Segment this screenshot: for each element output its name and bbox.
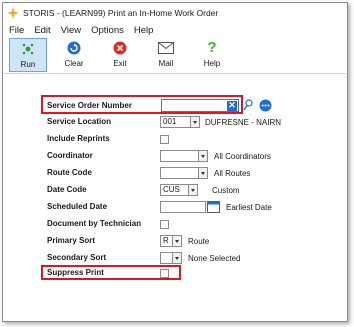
- secondary-sort-control: None Selected: [160, 251, 240, 265]
- date-code-text: Custom: [212, 185, 240, 195]
- scheduled-date-input[interactable]: [160, 201, 206, 213]
- clear-label: Clear: [64, 59, 84, 68]
- scheduled-date-control: Earliest Date: [160, 200, 272, 214]
- route-code-select[interactable]: [160, 167, 208, 179]
- route-code-label: Route Code: [47, 168, 92, 177]
- coordinator-text: All Coordinators: [214, 151, 271, 161]
- date-code-select[interactable]: CUS: [160, 184, 198, 196]
- chevron-down-icon[interactable]: [198, 168, 207, 178]
- service-location-label: Service Location: [47, 117, 112, 126]
- run-label: Run: [20, 60, 36, 69]
- coordinator-control: All Coordinators: [160, 149, 271, 163]
- route-code-value: [161, 168, 198, 178]
- mail-label: Mail: [158, 59, 174, 68]
- document-by-technician-checkbox[interactable]: [160, 219, 169, 229]
- include-reprints-label: Include Reprints: [47, 134, 110, 143]
- help-label: Help: [203, 59, 221, 68]
- toolbar: Run Clear Exit Mail ? Help: [3, 38, 347, 74]
- chevron-down-icon[interactable]: [172, 236, 181, 246]
- primary-sort-text: Route: [188, 236, 210, 246]
- clear-button[interactable]: Clear: [55, 38, 93, 72]
- coordinator-value: [161, 151, 198, 161]
- chevron-down-icon[interactable]: [190, 117, 199, 127]
- date-code-label: Date Code: [47, 185, 87, 194]
- suppress-print-label: Suppress Print: [47, 268, 104, 277]
- run-button[interactable]: Run: [9, 38, 47, 72]
- exit-icon: [112, 40, 128, 56]
- date-code-control: CUS Custom: [160, 183, 240, 197]
- app-window: STORIS - (LEARN99) Print an In-Home Work…: [2, 2, 348, 322]
- service-order-number-input[interactable]: ✕: [161, 99, 239, 112]
- service-location-control: 001 DUFRESNE - NAIRN: [160, 115, 281, 129]
- menu-edit[interactable]: Edit: [34, 25, 50, 36]
- help-icon: ?: [207, 39, 217, 56]
- coordinator-label: Coordinator: [47, 151, 93, 160]
- calendar-icon[interactable]: [207, 201, 220, 213]
- route-code-control: All Routes: [160, 166, 250, 180]
- more-options-icon[interactable]: [259, 99, 272, 112]
- exit-label: Exit: [113, 59, 127, 68]
- help-button[interactable]: ? Help: [193, 38, 231, 72]
- mail-button[interactable]: Mail: [147, 38, 185, 72]
- service-location-select[interactable]: 001: [160, 116, 200, 128]
- service-location-text: DUFRESNE - NAIRN: [205, 117, 282, 127]
- title-bar: STORIS - (LEARN99) Print an In-Home Work…: [3, 3, 347, 23]
- chevron-down-icon[interactable]: [172, 253, 181, 263]
- secondary-sort-text: None Selected: [188, 253, 241, 263]
- storis-logo-icon: [7, 7, 19, 19]
- secondary-sort-label: Secondary Sort: [47, 253, 107, 262]
- document-by-technician-control: [160, 217, 169, 231]
- chevron-down-icon[interactable]: [188, 185, 197, 195]
- primary-sort-select[interactable]: R: [160, 235, 182, 247]
- work-order-form: Service Order Number ✕ Service Location …: [3, 75, 349, 323]
- primary-sort-control: R Route: [160, 234, 209, 248]
- route-code-text: All Routes: [214, 168, 251, 178]
- window-title: STORIS - (LEARN99) Print an In-Home Work…: [23, 8, 219, 18]
- exit-button[interactable]: Exit: [101, 38, 139, 72]
- mail-icon: [158, 40, 174, 56]
- menu-options[interactable]: Options: [91, 25, 124, 36]
- scheduled-date-text: Earliest Date: [226, 202, 272, 212]
- primary-sort-value: R: [163, 236, 169, 245]
- date-code-value: CUS: [163, 185, 180, 194]
- coordinator-select[interactable]: [160, 150, 208, 162]
- menu-view[interactable]: View: [61, 25, 81, 36]
- secondary-sort-select[interactable]: [160, 252, 182, 264]
- scheduled-date-label: Scheduled Date: [47, 202, 108, 211]
- primary-sort-label: Primary Sort: [47, 236, 96, 245]
- suppress-print-checkbox[interactable]: [160, 268, 169, 278]
- chevron-down-icon[interactable]: [198, 151, 207, 161]
- clear-field-icon[interactable]: ✕: [227, 100, 237, 111]
- secondary-sort-value: [161, 253, 172, 263]
- menu-help[interactable]: Help: [134, 25, 154, 36]
- document-by-technician-label: Document by Technician: [47, 219, 142, 228]
- service-order-number-label: Service Order Number: [47, 101, 132, 110]
- menu-bar: File Edit View Options Help: [3, 23, 347, 38]
- search-icon[interactable]: [243, 99, 253, 112]
- service-location-value: 001: [163, 117, 177, 126]
- clear-icon: [66, 40, 82, 56]
- menu-file[interactable]: File: [9, 25, 24, 36]
- suppress-print-control: [160, 266, 169, 280]
- include-reprints-checkbox[interactable]: [160, 134, 169, 144]
- include-reprints-control: [160, 132, 169, 146]
- run-icon: [20, 41, 36, 57]
